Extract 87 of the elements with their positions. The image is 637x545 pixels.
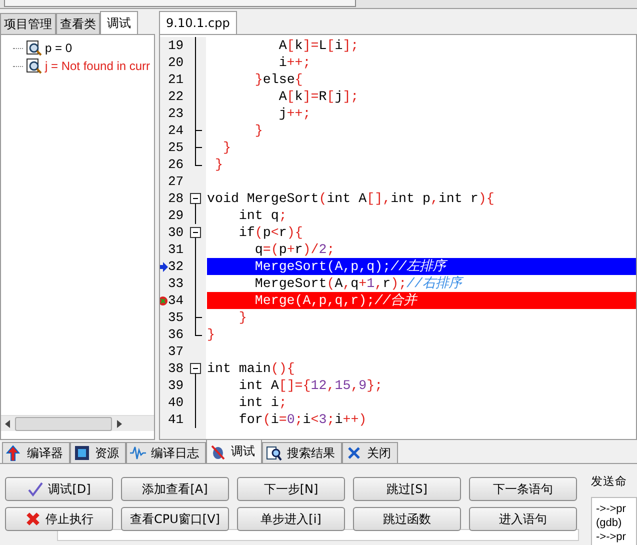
line-number: 23 bbox=[168, 106, 185, 121]
stop-icon bbox=[24, 511, 40, 527]
code-line: j++; bbox=[278, 106, 311, 121]
line-number: 36 bbox=[168, 327, 185, 342]
breakpoint-icon bbox=[160, 294, 168, 306]
tab[interactable]: 9.10.1.cpp bbox=[159, 11, 237, 34]
tab[interactable]: 调试 bbox=[100, 11, 138, 34]
tab[interactable]: 关闭 bbox=[342, 442, 398, 463]
watch-icon bbox=[26, 40, 42, 56]
code-line: for(i=0;i<3;i++) bbox=[238, 412, 367, 427]
code-line: A[k]=R[j]; bbox=[278, 89, 359, 104]
watch-icon bbox=[26, 58, 42, 74]
line-number: 40 bbox=[168, 395, 185, 410]
line-number: 19 bbox=[168, 38, 185, 53]
tab[interactable]: 调试 bbox=[206, 439, 262, 463]
tab[interactable]: 查看类 bbox=[56, 13, 100, 34]
code-line: int main(){ bbox=[207, 361, 295, 376]
line-number: 22 bbox=[168, 89, 185, 104]
watch-item[interactable]: j = Not found in curr bbox=[45, 59, 150, 73]
code-line: }else{ bbox=[254, 72, 303, 87]
code-line: Merge(A,p,q,r);//合并 bbox=[254, 293, 417, 308]
line-number: 37 bbox=[168, 344, 185, 359]
fold-toggle-icon bbox=[190, 190, 201, 207]
line-number: 24 bbox=[168, 123, 185, 138]
code-line: } bbox=[222, 140, 231, 155]
code-line: q=(p+r)/2; bbox=[254, 242, 335, 257]
code-line: } bbox=[254, 123, 263, 138]
line-number: 26 bbox=[168, 157, 185, 172]
code-editor[interactable] bbox=[159, 34, 637, 440]
debug-button[interactable]: 下一条语句 bbox=[469, 477, 577, 501]
line-number: 27 bbox=[168, 174, 185, 189]
line-number: 38 bbox=[168, 361, 185, 376]
debug-button[interactable]: 调试[D] bbox=[5, 477, 113, 501]
debug-button[interactable]: 停止执行 bbox=[5, 507, 113, 531]
line-number: 20 bbox=[168, 55, 185, 70]
tab[interactable]: 搜索结果 bbox=[262, 442, 342, 463]
fold-toggle-icon bbox=[190, 360, 201, 377]
code-line: if(p<r){ bbox=[238, 225, 303, 240]
line-number: 29 bbox=[168, 208, 185, 223]
line-number: 34 bbox=[168, 293, 185, 308]
debug-button[interactable]: 下一步[N] bbox=[237, 477, 345, 501]
line-number: 35 bbox=[168, 310, 185, 325]
image-icon bbox=[74, 445, 90, 461]
watch-item[interactable]: p = 0 bbox=[45, 41, 72, 55]
code-line: MergeSort(A,p,q);//左排序 bbox=[254, 259, 446, 274]
code-line: void MergeSort(int A[],int p,int r){ bbox=[207, 191, 494, 206]
command-label: 发送命 bbox=[591, 474, 628, 490]
line-number: 33 bbox=[168, 276, 185, 291]
code-line: int i; bbox=[238, 395, 287, 410]
combo-box[interactable] bbox=[4, 0, 356, 7]
check-icon bbox=[27, 481, 44, 497]
line-number: 21 bbox=[168, 72, 185, 87]
line-number: 41 bbox=[168, 412, 185, 427]
debug-button[interactable]: 跳过[S] bbox=[353, 477, 461, 501]
output-line: (gdb) bbox=[596, 516, 623, 530]
tab[interactable]: 资源 bbox=[70, 442, 126, 463]
code-line: int A[]={12,15,9}; bbox=[238, 378, 383, 393]
code-line: i++; bbox=[278, 55, 311, 70]
code-line: } bbox=[238, 310, 247, 325]
line-number: 31 bbox=[168, 242, 185, 257]
horizontal-scrollbar[interactable] bbox=[1, 415, 154, 431]
tab[interactable]: 编译器 bbox=[2, 442, 70, 463]
line-number: 25 bbox=[168, 140, 185, 155]
tab[interactable]: 编译日志 bbox=[126, 442, 206, 463]
line-number: 30 bbox=[168, 225, 185, 240]
close-icon bbox=[346, 445, 362, 461]
code-line: A[k]=L[i]; bbox=[278, 38, 359, 53]
code-line: MergeSort(A,q+1,r);//右排序 bbox=[254, 276, 462, 291]
output-line: ->->pr bbox=[596, 502, 627, 516]
fold-toggle-icon bbox=[190, 224, 201, 241]
code-line: } bbox=[207, 327, 215, 342]
current-line-arrow-icon bbox=[160, 260, 168, 272]
search-icon bbox=[266, 445, 282, 461]
code-line: int q; bbox=[238, 208, 287, 223]
output-line: ->->pr bbox=[596, 530, 627, 544]
debug-button[interactable]: 单步进入[i] bbox=[237, 507, 345, 531]
debug-button[interactable]: 查看CPU窗口[V] bbox=[121, 507, 229, 531]
line-number: 28 bbox=[168, 191, 185, 206]
debug-button[interactable]: 进入语句 bbox=[469, 507, 577, 531]
code-line: } bbox=[214, 157, 223, 172]
tab[interactable]: 项目管理 bbox=[0, 13, 56, 34]
waveform-icon bbox=[130, 445, 146, 461]
debug-button[interactable]: 跳过函数 bbox=[353, 507, 461, 531]
line-number: 32 bbox=[168, 259, 185, 274]
debug-button[interactable]: 添加查看[A] bbox=[121, 477, 229, 501]
up-arrow-icon bbox=[6, 445, 22, 461]
line-number: 39 bbox=[168, 378, 185, 393]
